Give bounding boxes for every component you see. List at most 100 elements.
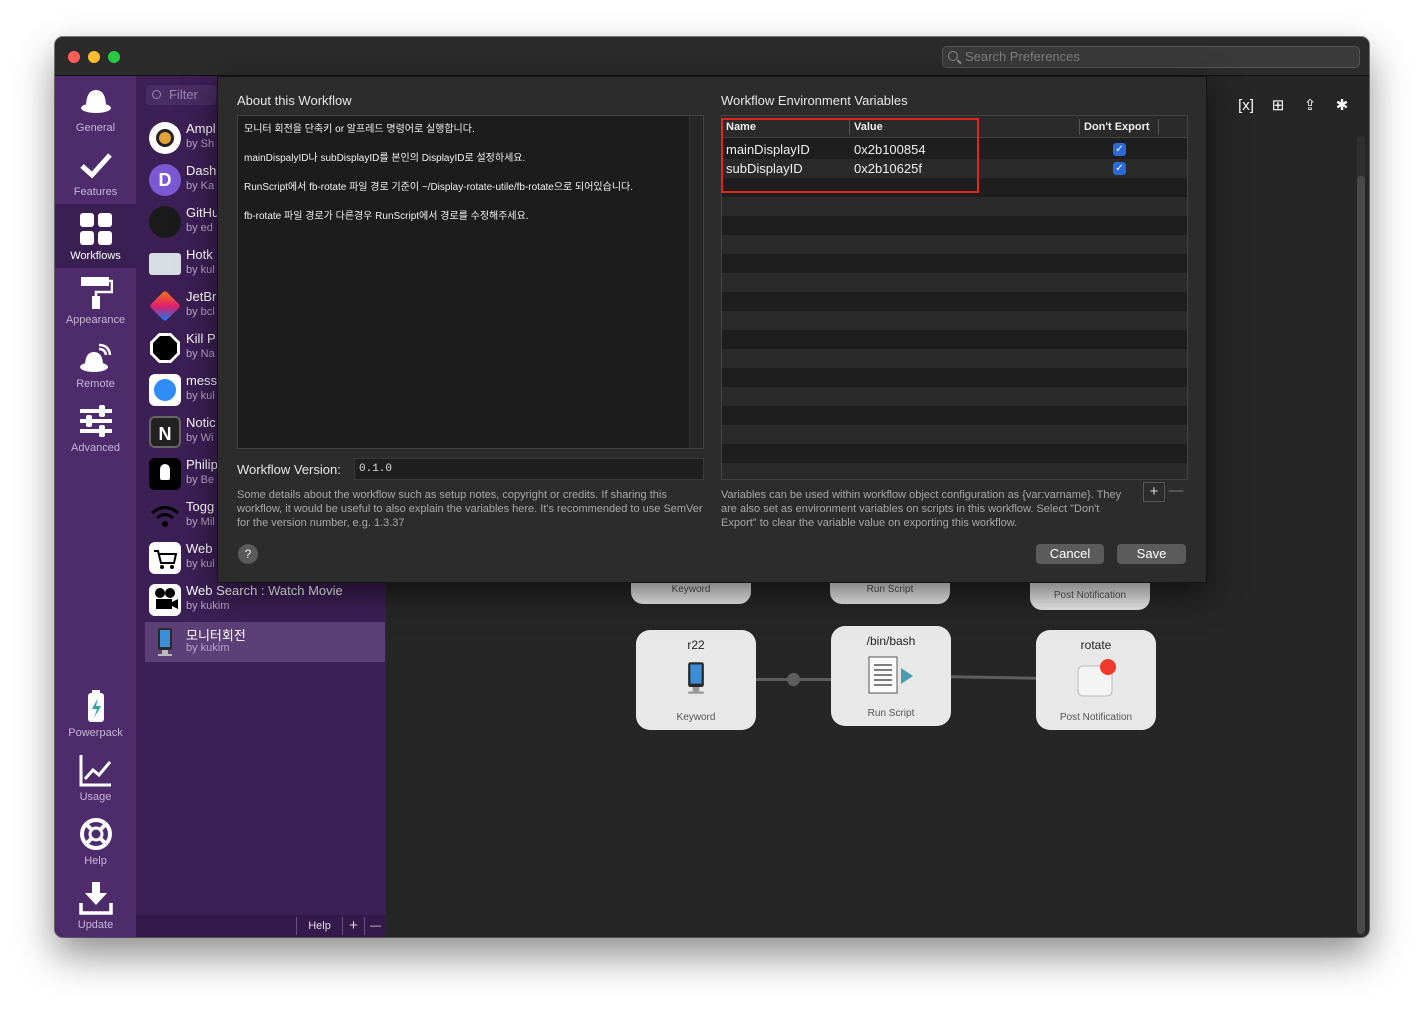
ghost-node-run-script[interactable]: Run Script <box>830 582 950 604</box>
workflow-item[interactable]: Web Search : Watch Movie by kukim <box>145 580 385 620</box>
nav-powerpack-label: Powerpack <box>68 727 123 739</box>
ghost-node-keyword[interactable]: Keyword <box>631 582 751 604</box>
cancel-button[interactable]: Cancel <box>1036 544 1104 564</box>
help-question-button[interactable]: ? <box>238 544 258 564</box>
nav-usage[interactable]: Usage <box>55 745 136 809</box>
empty-row <box>722 349 1187 368</box>
col-dont-export[interactable]: Don't Export <box>1084 121 1150 133</box>
filter-placeholder: Filter <box>169 87 198 102</box>
hat-icon <box>80 90 111 113</box>
checkmark-icon <box>79 153 112 179</box>
workflow-author: by kul <box>186 558 215 570</box>
sliders-icon <box>79 405 112 437</box>
amphetamine-icon <box>149 122 181 154</box>
env-title: Workflow Environment Variables <box>721 93 908 108</box>
zoom-button[interactable] <box>108 51 120 63</box>
connection-dot[interactable] <box>787 673 800 686</box>
script-icon <box>868 656 913 694</box>
workflow-name: GitHu <box>186 205 220 220</box>
close-button[interactable] <box>68 51 80 63</box>
nav-update[interactable]: Update <box>55 873 136 937</box>
nav-advanced[interactable]: Advanced <box>55 396 136 460</box>
about-line: fb-rotate 파일 경로가 다른경우 RunScript에서 경로를 수정… <box>244 211 529 222</box>
nav-features[interactable]: Features <box>55 140 136 204</box>
minimize-button[interactable] <box>88 51 100 63</box>
nav-help[interactable]: Help <box>55 809 136 873</box>
remove-workflow-button[interactable]: — <box>364 917 386 935</box>
nav-remote[interactable]: Remote <box>55 332 136 396</box>
dash-icon: D <box>149 164 181 196</box>
save-button[interactable]: Save <box>1117 544 1186 564</box>
workflow-item-selected[interactable]: 모니터회전 by kukim <box>145 622 385 662</box>
cart-icon <box>149 542 181 574</box>
about-line: 모니터 회전을 단축키 or 알프레드 명령어로 실행합니다. <box>244 124 475 135</box>
workflow-name: Togg <box>186 499 215 514</box>
workflow-name: JetBr <box>186 289 217 304</box>
hotkey-icon <box>149 253 181 275</box>
canvas-scrollbar-thumb[interactable] <box>1357 176 1365 934</box>
workflow-config-sheet: About this Workflow 모니터 회전을 단축키 or 알프레드 … <box>217 76 1207 583</box>
add-object-icon[interactable]: ⊞ <box>1269 97 1287 115</box>
search-preferences-input[interactable]: Search Preferences <box>942 46 1360 68</box>
empty-row <box>722 463 1187 479</box>
empty-row <box>722 292 1187 311</box>
dont-export-checkbox[interactable]: ✓ <box>1113 143 1126 156</box>
messenger-icon <box>149 374 181 406</box>
movie-camera-icon <box>149 584 181 616</box>
share-icon[interactable]: ⇪ <box>1301 97 1319 115</box>
nav-appearance-label: Appearance <box>65 314 126 326</box>
workflow-name: Web Search : Watch Movie <box>186 583 343 598</box>
workflow-author: by bcl <box>186 306 215 318</box>
add-variable-button[interactable]: + <box>1143 482 1165 502</box>
about-help-text: Some details about the workflow such as … <box>237 489 703 529</box>
empty-row <box>722 330 1187 349</box>
about-scrollbar[interactable] <box>689 116 703 448</box>
debug-icon[interactable]: ✱ <box>1333 97 1351 115</box>
workflow-author: by kul <box>186 264 215 276</box>
empty-row <box>722 235 1187 254</box>
nav-appearance[interactable]: Appearance <box>55 268 136 332</box>
run-script-node[interactable]: /bin/bash Run Script <box>831 626 951 726</box>
grid-icon <box>79 213 112 245</box>
column-divider <box>1158 119 1159 135</box>
version-label: Workflow Version: <box>237 462 341 477</box>
dont-export-checkbox[interactable]: ✓ <box>1113 162 1126 175</box>
about-textarea[interactable]: 모니터 회전을 단축키 or 알프레드 명령어로 실행합니다. mainDisp… <box>237 115 704 449</box>
keyword-node[interactable]: r22 Keyword <box>636 630 756 730</box>
nav-update-label: Update <box>77 919 114 931</box>
empty-row <box>722 387 1187 406</box>
nav-features-label: Features <box>73 186 118 198</box>
ghost-node-post-notification[interactable]: Post Notification <box>1030 582 1150 610</box>
workflow-name: Dash <box>186 163 217 178</box>
help-button[interactable]: Help <box>296 917 342 935</box>
nav-help-label: Help <box>84 855 107 867</box>
alfred-preferences-window: Search Preferences General Features Work… <box>55 37 1369 937</box>
workflow-name: Philip <box>186 457 218 472</box>
nav-general[interactable]: General <box>55 76 136 140</box>
list-bottom-bar: Help + — <box>136 915 386 937</box>
paint-roller-icon <box>80 277 113 309</box>
remote-icon <box>79 343 111 372</box>
node-title: rotate <box>1080 638 1112 652</box>
workflow-name: Ampl <box>186 121 216 136</box>
column-divider <box>1079 119 1080 135</box>
workflow-author: by Mil <box>186 516 215 528</box>
add-workflow-button[interactable]: + <box>342 917 364 935</box>
post-notification-node[interactable]: rotate Post Notification <box>1036 630 1156 730</box>
version-input[interactable]: 0.1.0 <box>354 458 704 480</box>
variables-icon[interactable]: [x] <box>1237 97 1255 115</box>
empty-row <box>722 444 1187 463</box>
about-line: mainDispalyID나 subDisplayID를 본인의 Display… <box>244 153 526 164</box>
stop-sign-icon <box>150 333 180 363</box>
nav-powerpack[interactable]: Powerpack <box>55 681 136 745</box>
search-icon <box>948 51 958 61</box>
notion-icon: N <box>149 416 181 448</box>
remove-variable-button[interactable]: — <box>1165 482 1187 502</box>
notification-icon <box>1077 659 1116 697</box>
nav-workflows[interactable]: Workflows <box>55 204 136 268</box>
node-type: Keyword <box>676 712 716 723</box>
chart-icon <box>79 755 111 787</box>
node-type: Post Notification <box>1059 712 1133 723</box>
filter-input[interactable]: Filter <box>146 85 216 105</box>
workflow-name: Kill P <box>186 331 216 346</box>
